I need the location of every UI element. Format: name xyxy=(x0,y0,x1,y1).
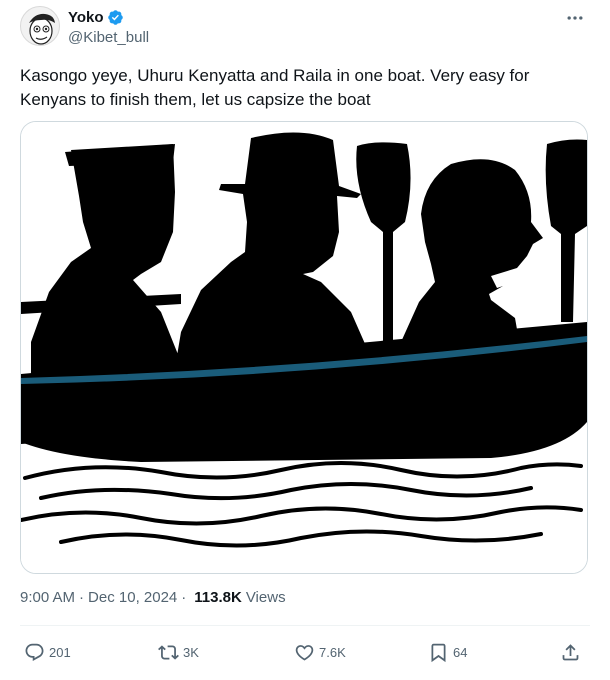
repost-icon xyxy=(158,644,179,660)
tweet-header: Yoko @Kibet_bull xyxy=(20,6,590,50)
action-bar: 201 3K 7.6K 64 xyxy=(20,638,590,666)
avatar[interactable] xyxy=(20,6,60,46)
repost-button[interactable]: 3K xyxy=(158,638,199,666)
avatar-cartoon-icon xyxy=(29,13,55,45)
tweet-date[interactable]: Dec 10, 2024 xyxy=(88,589,177,606)
repost-count: 3K xyxy=(183,644,199,660)
views-label: Views xyxy=(245,589,286,606)
user-names: Yoko @Kibet_bull xyxy=(68,7,149,47)
reply-count: 201 xyxy=(49,644,71,660)
display-name[interactable]: Yoko xyxy=(68,9,104,26)
reply-icon xyxy=(25,643,44,661)
views-count: 113.8K xyxy=(194,589,242,606)
bookmark-button[interactable]: 64 xyxy=(428,638,467,666)
user-handle[interactable]: @Kibet_bull xyxy=(68,29,149,46)
more-options-button[interactable] xyxy=(562,8,588,28)
tweet: Yoko @Kibet_bull Kasongo yeye, Uhuru Ken… xyxy=(0,0,610,680)
silhouette-boat-image xyxy=(21,122,587,573)
tweet-media[interactable] xyxy=(20,121,588,574)
share-icon xyxy=(562,643,579,660)
bookmark-icon xyxy=(431,643,446,662)
meta-separator-2: · xyxy=(181,589,187,606)
divider xyxy=(20,625,590,626)
reply-button[interactable]: 201 xyxy=(24,638,71,666)
like-count: 7.6K xyxy=(319,644,346,660)
more-horizontal-icon xyxy=(567,16,583,20)
verified-badge-icon[interactable] xyxy=(107,9,124,26)
tweet-text: Kasongo yeye, Uhuru Kenyatta and Raila i… xyxy=(20,66,530,109)
share-button[interactable] xyxy=(560,638,581,666)
tweet-time[interactable]: 9:00 AM xyxy=(20,589,75,606)
display-row: Yoko xyxy=(68,7,149,27)
tweet-meta: 9:00 AM · Dec 10, 2024 · 113.8K Views xyxy=(20,589,286,606)
meta-separator: · xyxy=(79,589,85,606)
heart-icon xyxy=(295,644,314,661)
bookmark-count: 64 xyxy=(453,644,468,660)
like-button[interactable]: 7.6K xyxy=(294,638,346,666)
